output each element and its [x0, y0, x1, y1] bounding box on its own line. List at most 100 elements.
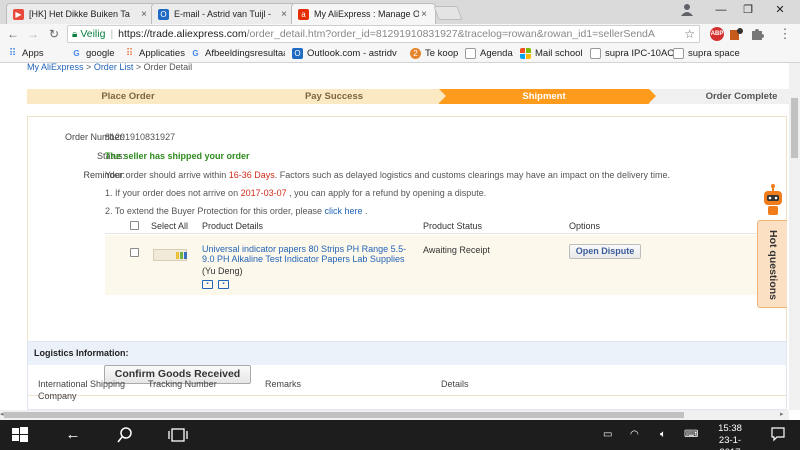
scroll-right-icon[interactable]: ▸ [780, 410, 784, 420]
windows-start-icon[interactable] [11, 426, 29, 444]
hot-questions-tab[interactable]: Hot questions [757, 220, 787, 308]
support-robot-icon[interactable] [761, 183, 785, 219]
address-bar[interactable]: 🔒︎ Veilig | https://trade.aliexpress.com… [67, 25, 700, 43]
step-place-order: Place Order [27, 89, 229, 104]
bookmark-supra-space[interactable]: supra space [673, 46, 740, 60]
task-view-icon[interactable] [168, 426, 188, 444]
tab-aliexpress[interactable]: a My AliExpress : Manage O × [291, 3, 436, 24]
google-icon: G [192, 48, 199, 58]
breadcrumb-separator: > [135, 63, 142, 72]
marktplaats-icon: 2 [410, 47, 421, 59]
bookmark-apps[interactable]: ⠿ Apps [7, 46, 44, 60]
bookmark-label: Outlook.com - astridv [307, 47, 397, 59]
close-window-icon[interactable]: ✕ [765, 0, 795, 20]
maximize-icon[interactable]: ❐ [733, 0, 763, 20]
step-pay-success: Pay Success [229, 89, 439, 104]
step-order-complete: Order Complete [649, 89, 789, 104]
bookmark-agenda[interactable]: Agenda [465, 46, 513, 60]
select-all-checkbox[interactable] [130, 221, 139, 230]
outlook-icon: O [292, 47, 303, 59]
tab-hk-forum[interactable]: ▶ [HK] Het Dikke Buiken Ta × [6, 3, 156, 24]
clock-date: 23-1-2017 [718, 435, 742, 450]
refund-note-prefix: 1. If your order does not arrive on [105, 188, 241, 198]
profile-icon[interactable] [680, 2, 694, 16]
logistics-col-company: International Shipping Company [38, 379, 126, 401]
protection-note-suffix: . [362, 206, 368, 216]
bookmark-google[interactable]: Ggoogle [71, 46, 115, 60]
secure-label: Veilig [80, 28, 106, 40]
bookmark-supra-ipc[interactable]: supra IPC-10AC [590, 46, 674, 60]
close-tab-icon[interactable]: × [139, 9, 149, 20]
extend-protection-link[interactable]: click here [324, 206, 362, 216]
logistics-col-tracking: Tracking Number [148, 379, 217, 389]
system-clock[interactable]: 15:38 23-1-2017 [709, 423, 751, 450]
vertical-scrollbar[interactable] [789, 63, 800, 410]
omnibox-divider: | [110, 28, 114, 40]
bookmark-label: supra space [688, 47, 740, 59]
browser-toolbar: ← → ↻ 🔒︎ Veilig | https://trade.aliexpre… [0, 24, 800, 44]
product-status-header: Product Status [423, 221, 483, 231]
bookmark-outlook[interactable]: O Outlook.com - astridv [292, 46, 400, 60]
order-progress: Place Order Pay Success Shipment Order C… [27, 89, 789, 104]
breadcrumb-separator: > [86, 63, 92, 72]
volume-icon[interactable]: 🔈︎ [660, 429, 666, 440]
aliexpress-icon: a [298, 8, 309, 20]
battery-icon[interactable]: ▭ [603, 429, 612, 440]
forward-icon[interactable]: → [24, 26, 42, 42]
new-tab-button[interactable] [433, 6, 463, 20]
reminder-text: Your order should arrive within 16-36 Da… [105, 170, 670, 180]
adblock-plus-icon[interactable]: ABP [710, 27, 724, 41]
bookmark-te-koop[interactable]: 2 Te koop [410, 46, 458, 60]
close-tab-icon[interactable]: × [279, 9, 289, 20]
url-host: https://trade.aliexpress.com [118, 28, 247, 40]
product-table-header: Select All Product Details Product Statu… [105, 218, 787, 234]
tab-outlook[interactable]: O E-mail - Astrid van Tuijl - × [151, 3, 296, 24]
bookmark-applicaties[interactable]: ⠿ Applicaties [124, 46, 185, 60]
notifications-icon[interactable] [770, 426, 786, 442]
url-path: /order_detail.htm?order_id=8129191083192… [246, 28, 655, 40]
keyboard-icon[interactable]: ⌨ [684, 429, 698, 440]
minimize-icon[interactable]: — [706, 0, 736, 20]
apps-grid-icon: ⠿ [8, 47, 17, 59]
bookmark-label: google [86, 47, 115, 59]
back-arrow-icon[interactable]: ← [63, 426, 83, 444]
reminder-suffix: . Factors such as delayed logistics and … [274, 170, 670, 180]
microsoft-icon [520, 47, 531, 59]
bookmark-label: Apps [22, 47, 44, 59]
bookmark-mail-school[interactable]: Mail school [520, 46, 583, 60]
product-checkbox[interactable] [130, 248, 139, 257]
scroll-left-icon[interactable]: ◂ [0, 410, 4, 420]
reload-icon[interactable]: ↻ [45, 26, 63, 42]
scrollbar-thumb[interactable] [4, 412, 684, 418]
wifi-icon[interactable]: ◠ [630, 429, 639, 440]
protection-note: 2. To extend the Buyer Protection for th… [105, 206, 368, 216]
breadcrumb-my-aliexpress[interactable]: My AliExpress [27, 63, 84, 72]
ph-strip [184, 252, 187, 259]
breadcrumb: My AliExpress > Order List > Order Detai… [27, 63, 192, 72]
close-tab-icon[interactable]: × [419, 9, 429, 20]
logistics-col-details: Details [441, 379, 469, 389]
order-number: 81291910831927 [105, 132, 176, 142]
bookmark-label: Mail school [535, 47, 583, 59]
open-dispute-button[interactable]: Open Dispute [569, 244, 641, 259]
breadcrumb-order-list[interactable]: Order List [94, 63, 134, 72]
menu-icon[interactable]: ⋮ [776, 26, 794, 42]
lock-icon: 🔒︎ [72, 28, 78, 40]
bookmark-star-icon[interactable]: ☆ [684, 27, 695, 41]
puzzle-extension-icon[interactable] [750, 27, 764, 41]
bookmarks-bar: ⠿ Apps Ggoogle ⠿ Applicaties G Afbeeldingsr… [0, 44, 800, 63]
extension-icon[interactable] [729, 27, 743, 41]
shipping-icon[interactable]: ▪ [202, 280, 213, 289]
bookmark-afbeeldingsresultaat[interactable]: G Afbeeldingsresultaat vo [190, 46, 285, 60]
step-shipment: Shipment [439, 89, 649, 104]
step-divider [229, 89, 236, 103]
step-divider [439, 89, 446, 103]
search-icon[interactable] [116, 426, 134, 444]
horizontal-scrollbar[interactable]: ◂ ▸ [0, 410, 789, 420]
scrollbar-thumb[interactable] [791, 98, 798, 158]
product-thumbnail[interactable] [153, 249, 187, 261]
bookmark-label: Te koop [425, 47, 459, 59]
snapshot-icon[interactable]: ▪ [218, 280, 229, 289]
back-icon[interactable]: ← [4, 26, 22, 42]
product-title-link[interactable]: Universal indicator papers 80 Strips PH … [202, 244, 417, 264]
